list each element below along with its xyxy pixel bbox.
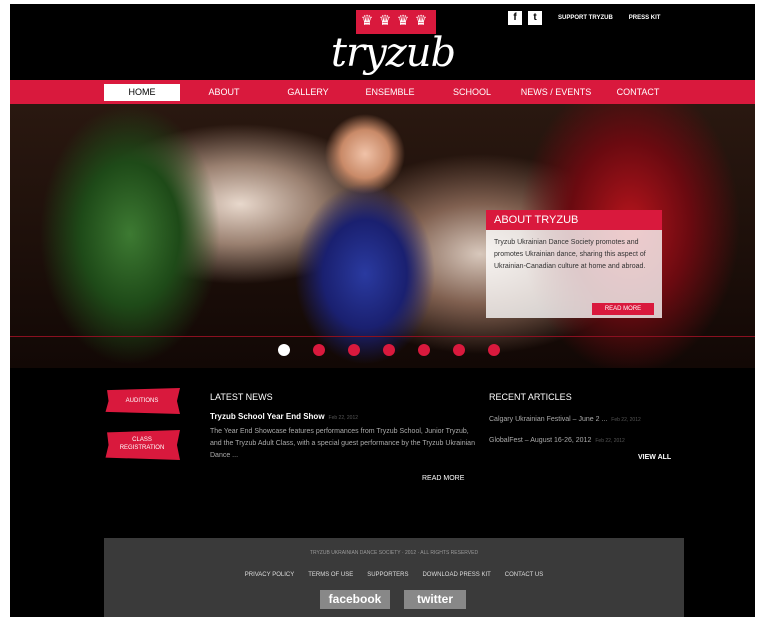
nav-about[interactable]: ABOUT bbox=[198, 84, 250, 101]
slider-dots bbox=[278, 344, 518, 356]
article-link[interactable]: Calgary Ukrainian Festival – June 2 ... bbox=[489, 416, 607, 423]
footer: TRYZUB UKRAINIAN DANCE SOCIETY · 2012 · … bbox=[104, 538, 684, 617]
terms-of-use-link[interactable]: TERMS OF USE bbox=[308, 572, 353, 578]
latest-news-title: LATEST NEWS bbox=[210, 392, 273, 402]
privacy-policy-link[interactable]: PRIVACY POLICY bbox=[245, 572, 294, 578]
press-kit-link[interactable]: PRESS KIT bbox=[629, 15, 661, 21]
news-date: Feb 22, 2012 bbox=[328, 415, 359, 421]
news-read-more-link[interactable]: READ MORE bbox=[422, 475, 464, 482]
nav-school[interactable]: SCHOOL bbox=[444, 84, 500, 101]
news-headline-text[interactable]: Tryzub School Year End Show bbox=[210, 412, 325, 421]
about-read-more-button[interactable]: READ MORE bbox=[592, 303, 654, 315]
nav-contact[interactable]: CONTACT bbox=[608, 84, 668, 101]
slider-dot[interactable] bbox=[453, 344, 465, 356]
news-headline[interactable]: Tryzub School Year End Show Feb 22, 2012 bbox=[210, 412, 358, 421]
slider-dot[interactable] bbox=[348, 344, 360, 356]
tryzub-logo[interactable]: ♛ ♛ ♛ ♛ tryzub bbox=[318, 8, 468, 78]
page: ♛ ♛ ♛ ♛ tryzub f t SUPPORT TRYZUB PRESS KIT… bbox=[10, 4, 755, 617]
main-nav: HOME ABOUT GALLERY ENSEMBLE SCHOOL NEWS … bbox=[10, 80, 755, 104]
recent-articles-title: RECENT ARTICLES bbox=[489, 392, 572, 402]
about-text: Tryzub Ukrainian Dance Society promotes … bbox=[494, 239, 646, 270]
nav-gallery[interactable]: GALLERY bbox=[278, 84, 338, 101]
slider-dot[interactable] bbox=[278, 344, 290, 356]
footer-links: PRIVACY POLICY TERMS OF USE SUPPORTERS D… bbox=[104, 572, 684, 578]
nav-home[interactable]: HOME bbox=[104, 84, 180, 101]
view-all-link[interactable]: VIEW ALL bbox=[638, 454, 671, 461]
class-registration-button[interactable]: CLASS REGISTRATION bbox=[105, 430, 180, 460]
logo-text: tryzub bbox=[330, 30, 456, 76]
top-links: f t SUPPORT TRYZUB PRESS KIT bbox=[508, 10, 660, 26]
supporters-link[interactable]: SUPPORTERS bbox=[367, 572, 408, 578]
slider-dot[interactable] bbox=[313, 344, 325, 356]
news-body: The Year End Showcase features performan… bbox=[210, 428, 475, 459]
hero-divider bbox=[10, 336, 755, 337]
facebook-button[interactable]: facebook bbox=[320, 590, 390, 609]
nav-news-events[interactable]: NEWS / EVENTS bbox=[514, 84, 598, 101]
about-title: ABOUT TRYZUB bbox=[486, 210, 662, 230]
class-label-line2: REGISTRATION bbox=[119, 445, 165, 451]
nav-ensemble[interactable]: ENSEMBLE bbox=[358, 84, 422, 101]
class-label-line1: CLASS bbox=[132, 437, 152, 443]
download-press-kit-link[interactable]: DOWNLOAD PRESS KIT bbox=[422, 572, 490, 578]
twitter-button[interactable]: twitter bbox=[404, 590, 466, 609]
support-link[interactable]: SUPPORT TRYZUB bbox=[558, 15, 613, 21]
auditions-button[interactable]: AUDITIONS bbox=[105, 388, 180, 414]
copyright-text: TRYZUB UKRAINIAN DANCE SOCIETY · 2012 · … bbox=[309, 550, 479, 556]
article-link[interactable]: GlobalFest – August 16-26, 2012 bbox=[489, 437, 591, 444]
article-item[interactable]: GlobalFest – August 16-26, 2012 Feb 22, 2… bbox=[489, 437, 625, 444]
auditions-label: AUDITIONS bbox=[125, 398, 159, 404]
slider-dot[interactable] bbox=[383, 344, 395, 356]
about-panel: ABOUT TRYZUB Tryzub Ukrainian Dance Soci… bbox=[486, 210, 662, 318]
facebook-icon[interactable]: f bbox=[508, 11, 522, 25]
hero-slider: ABOUT TRYZUB Tryzub Ukrainian Dance Soci… bbox=[10, 104, 755, 368]
article-item[interactable]: Calgary Ukrainian Festival – June 2 ... F… bbox=[489, 416, 641, 423]
slider-dot[interactable] bbox=[418, 344, 430, 356]
contact-us-link[interactable]: CONTACT US bbox=[505, 572, 543, 578]
twitter-icon[interactable]: t bbox=[528, 11, 542, 25]
slider-dot[interactable] bbox=[488, 344, 500, 356]
article-date: Feb 22, 2012 bbox=[611, 417, 641, 423]
article-date: Feb 22, 2012 bbox=[595, 438, 625, 444]
